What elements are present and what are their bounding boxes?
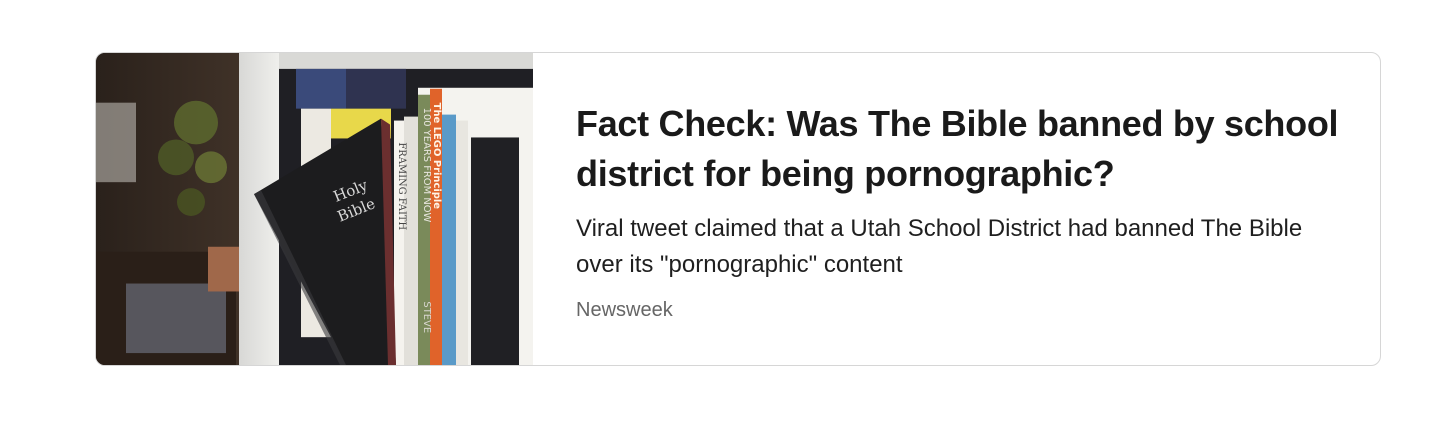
article-title[interactable]: Fact Check: Was The Bible banned by scho…: [576, 99, 1340, 199]
link-preview-card[interactable]: Holy Bible FRAMING FAITH 100 YEARS FROM …: [95, 52, 1381, 366]
spine-text-steve: STEVE: [421, 301, 432, 333]
article-thumbnail: Holy Bible FRAMING FAITH 100 YEARS FROM …: [96, 53, 533, 365]
spine-text-years: 100 YEARS FROM NOW: [421, 108, 432, 223]
article-source: Newsweek: [576, 299, 673, 321]
bookshelf-photo: Holy Bible FRAMING FAITH 100 YEARS FROM …: [96, 53, 533, 365]
spine-text-lego: The LEGO Principle: [431, 103, 442, 210]
spine-text-framing: FRAMING FAITH: [396, 142, 407, 230]
article-description: Viral tweet claimed that a Utah School D…: [576, 215, 1303, 278]
card-body: Fact Check: Was The Bible banned by scho…: [533, 53, 1380, 365]
